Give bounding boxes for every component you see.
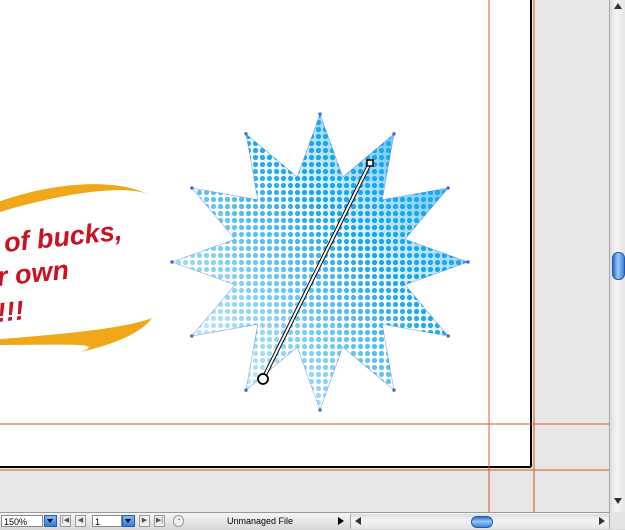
page-dropdown-icon[interactable] [122,515,135,527]
anchor-point[interactable] [170,260,174,264]
first-page-icon[interactable]: |◀ [60,515,71,527]
banner-line-3: !!! [0,295,25,328]
anchor-point[interactable] [318,112,322,116]
last-page-icon[interactable]: ▶| [154,515,165,527]
gradient-origin-handle[interactable] [257,373,269,385]
horizontal-scrollbar[interactable] [350,514,610,529]
anchor-point[interactable] [392,388,396,392]
horizontal-scroll-thumb[interactable] [471,516,493,528]
vertical-scrollbar[interactable] [609,0,625,512]
scroll-left-icon[interactable] [355,517,361,525]
next-page-icon[interactable]: ▶ [139,515,150,527]
anchor-point[interactable] [244,132,248,136]
artboard-canvas[interactable]: of bucks, r own !!! [0,0,625,529]
scroll-corner [609,512,625,529]
zoom-dropdown-icon[interactable] [44,515,57,527]
prev-page-icon[interactable]: ◀ [75,515,86,527]
zoom-field[interactable]: 150% [1,515,43,527]
anchor-point[interactable] [392,132,396,136]
anchor-point[interactable] [190,186,194,190]
scroll-right-icon[interactable] [599,517,605,525]
anchor-point[interactable] [446,186,450,190]
anchor-point[interactable] [466,260,470,264]
status-menu-icon[interactable] [338,517,344,525]
anchor-point[interactable] [446,334,450,338]
gradient-end-handle[interactable] [366,159,374,167]
scroll-down-icon[interactable] [614,498,622,504]
anchor-point[interactable] [190,334,194,338]
status-text: Unmanaged File [226,516,294,526]
scroll-up-icon[interactable] [614,3,622,9]
version-icon[interactable]: ◔ [173,515,184,527]
anchor-point[interactable] [244,388,248,392]
status-bar: 150% |◀ ◀ 1 ▶ ▶| ◔ Unmanaged File [0,512,625,530]
anchor-point[interactable] [318,408,322,412]
page-number-field[interactable]: 1 [92,515,122,527]
vertical-scroll-thumb[interactable] [612,252,625,280]
